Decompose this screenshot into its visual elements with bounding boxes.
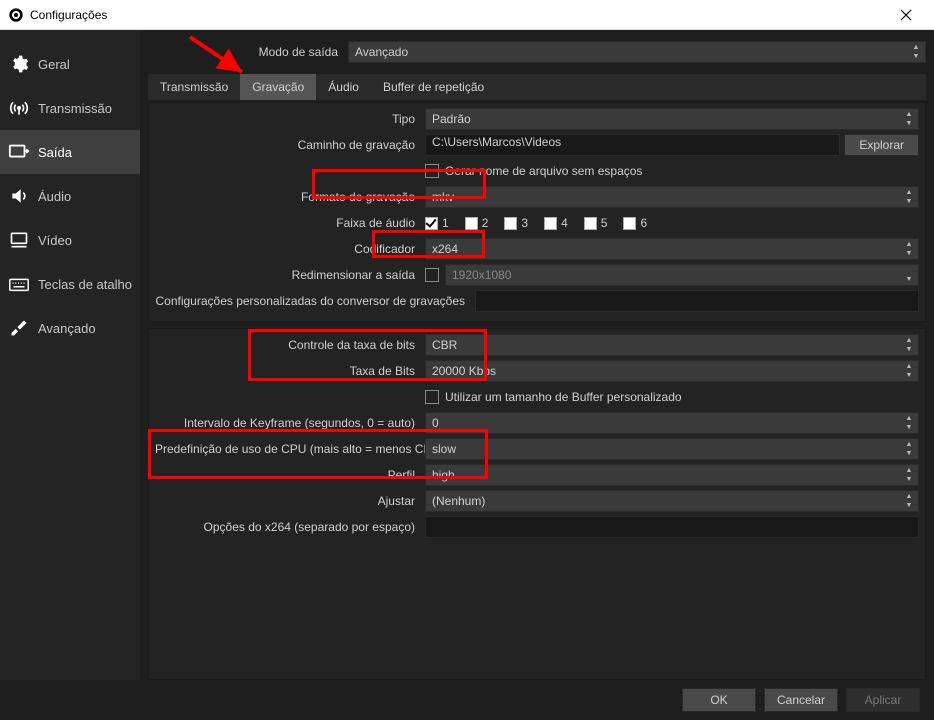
titlebar: Configurações (0, 0, 934, 30)
sidebar-item-label: Transmissão (38, 101, 112, 116)
tab-audio[interactable]: Áudio (316, 74, 371, 100)
tune-select[interactable]: (Nenhum)▲▼ (425, 490, 919, 512)
muxer-settings-label: Configurações personalizadas do converso… (155, 294, 475, 308)
chevron-down-icon[interactable]: ▼ (909, 52, 923, 61)
sidebar-item-video[interactable]: Vídeo (0, 218, 140, 262)
encoder-settings-group: Controle da taxa de bits CBR▲▼ Taxa de B… (148, 328, 926, 680)
audio-track-checks: 1 2 3 4 5 6 (425, 216, 647, 230)
dialog-footer: OK Cancelar Aplicar (0, 680, 934, 720)
encoder-label: Codificador (155, 242, 425, 256)
type-select[interactable]: Padrão▲▼ (425, 108, 919, 130)
custom-buffer-checkbox[interactable] (425, 390, 439, 404)
sidebar-item-saida[interactable]: Saída (0, 130, 140, 174)
tune-label: Ajustar (155, 494, 425, 508)
recording-settings-group: Tipo Padrão▲▼ Caminho de gravação C:\Use… (148, 102, 926, 322)
sidebar-item-avancado[interactable]: Avançado (0, 306, 140, 350)
rate-control-select[interactable]: CBR▲▼ (425, 334, 919, 356)
tools-icon (8, 317, 30, 339)
chevron-down-icon: ▼ (902, 275, 916, 284)
track-4-checkbox[interactable] (544, 217, 557, 230)
track-1-checkbox[interactable] (425, 217, 438, 230)
custom-buffer-label: Utilizar um tamanho de Buffer personaliz… (445, 390, 682, 404)
bitrate-input[interactable]: 20000 Kbps▲▼ (425, 360, 919, 382)
apply-button[interactable]: Aplicar (846, 688, 920, 712)
x264-opts-input[interactable] (425, 516, 919, 538)
browse-button[interactable]: Explorar (844, 134, 919, 156)
output-tabs: Transmissão Gravação Áudio Buffer de rep… (148, 74, 926, 100)
no-spaces-label: Gerar nome de arquivo sem espaços (445, 164, 642, 178)
window-close-button[interactable] (886, 0, 926, 30)
rescale-label: Redimensionar a saída (155, 268, 425, 282)
broadcast-icon (8, 97, 30, 119)
tab-transmissao[interactable]: Transmissão (148, 74, 240, 100)
profile-label: Perfil (155, 468, 425, 482)
tab-gravacao[interactable]: Gravação (240, 74, 316, 100)
output-mode-label: Modo de saída (148, 45, 348, 59)
sidebar-item-audio[interactable]: Áudio (0, 174, 140, 218)
cpu-preset-select[interactable]: slow▲▼ (425, 438, 919, 460)
tab-buffer[interactable]: Buffer de repetição (371, 74, 496, 100)
bitrate-label: Taxa de Bits (155, 364, 425, 378)
sidebar-item-hotkeys[interactable]: Teclas de atalho (0, 262, 140, 306)
profile-select[interactable]: high▲▼ (425, 464, 919, 486)
recording-path-label: Caminho de gravação (155, 138, 425, 152)
rescale-value-select: 1920x1080▲▼ (445, 264, 919, 286)
recording-path-input[interactable]: C:\Users\Marcos\Videos (425, 134, 840, 156)
rescale-checkbox[interactable] (425, 268, 439, 282)
sidebar-item-label: Saída (38, 145, 72, 160)
output-mode-select[interactable]: Avançado ▲▼ (348, 41, 926, 63)
main-content: Modo de saída Avançado ▲▼ Transmissão Gr… (140, 30, 934, 680)
chevron-up-icon[interactable]: ▲ (909, 43, 923, 52)
sidebar-item-label: Geral (38, 57, 70, 72)
sidebar-item-transmissao[interactable]: Transmissão (0, 86, 140, 130)
sidebar-item-label: Avançado (38, 321, 96, 336)
sidebar-item-geral[interactable]: Geral (0, 42, 140, 86)
type-label: Tipo (155, 112, 425, 126)
recording-format-select[interactable]: mkv▲▼ (425, 186, 919, 208)
track-3-checkbox[interactable] (504, 217, 517, 230)
encoder-select[interactable]: x264▲▼ (425, 238, 919, 260)
cancel-button[interactable]: Cancelar (764, 688, 838, 712)
audio-icon (8, 185, 30, 207)
output-icon (8, 141, 30, 163)
sidebar-item-label: Teclas de atalho (38, 277, 132, 292)
track-2-checkbox[interactable] (465, 217, 478, 230)
keyframe-input[interactable]: 0▲▼ (425, 412, 919, 434)
cpu-preset-label: Predefinição de uso de CPU (mais alto = … (155, 442, 425, 456)
keyboard-icon (8, 273, 30, 295)
muxer-settings-input[interactable] (475, 290, 919, 312)
format-label: Formato de gravação (155, 190, 425, 204)
keyframe-label: Intervalo de Keyframe (segundos, 0 = aut… (155, 416, 425, 430)
track-6-checkbox[interactable] (623, 217, 636, 230)
window-title: Configurações (30, 8, 886, 22)
no-spaces-checkbox[interactable] (425, 164, 439, 178)
rate-control-label: Controle da taxa de bits (155, 338, 425, 352)
app-icon (8, 7, 24, 23)
x264-opts-label: Opções do x264 (separado por espaço) (155, 520, 425, 534)
sidebar-item-label: Vídeo (38, 233, 72, 248)
ok-button[interactable]: OK (682, 688, 756, 712)
sidebar-item-label: Áudio (38, 189, 71, 204)
sidebar: Geral Transmissão Saída Áudio (0, 30, 140, 680)
audio-track-label: Faixa de áudio (155, 216, 425, 230)
gear-icon (8, 53, 30, 75)
track-5-checkbox[interactable] (584, 217, 597, 230)
monitor-icon (8, 229, 30, 251)
